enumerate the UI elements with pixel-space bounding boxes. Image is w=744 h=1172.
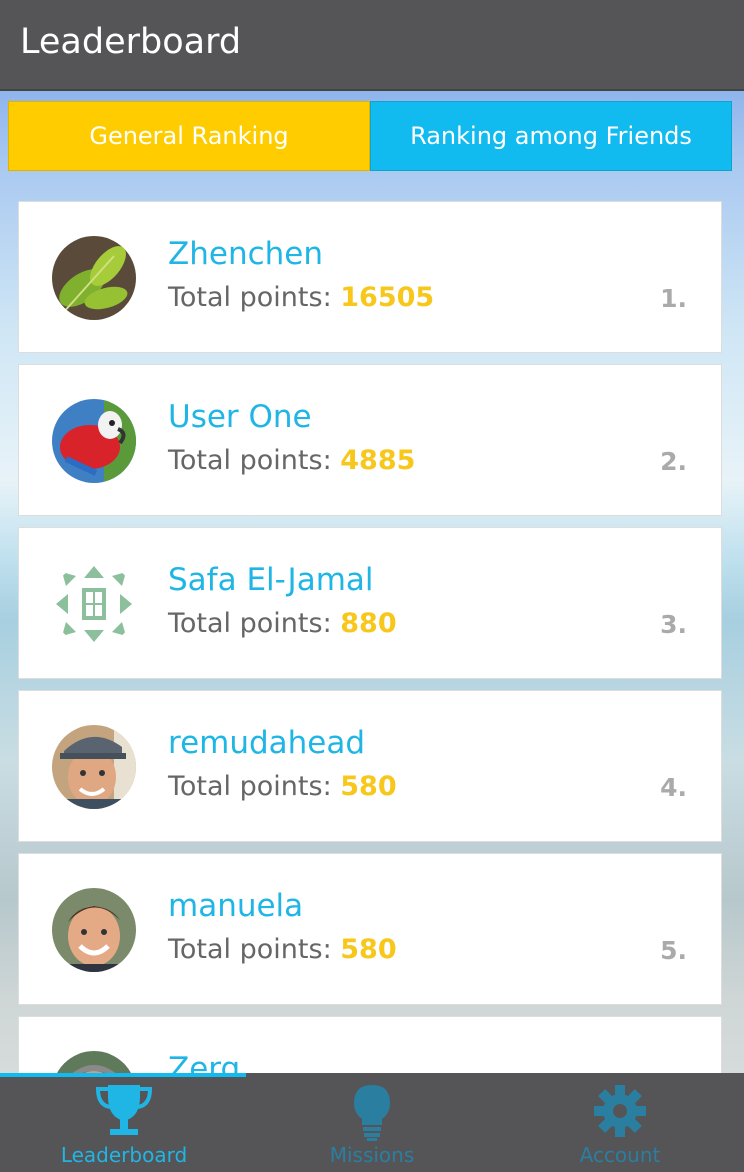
player-name: remudahead [168,725,366,761]
leaderboard-entry[interactable]: Zerg [18,1016,722,1073]
tab-ranking-among-friends[interactable]: Ranking among Friends [370,101,732,171]
leaderboard-entry[interactable]: remudahead Total points: 580 4. [18,690,722,842]
photo-avatar [52,725,136,809]
app-header: Leaderboard [0,0,744,91]
leaderboard-entry[interactable]: manuela Total points: 580 5. [18,853,722,1005]
points-value: 4885 [340,445,416,476]
rank-number: 1. [660,284,687,313]
leaf-avatar [52,236,136,320]
parrot-avatar [52,399,136,483]
gear-icon [590,1081,650,1145]
points-label: Total points: [168,771,332,802]
leaderboard-entry[interactable]: Safa El-Jamal Total points: 880 3. [18,527,722,679]
photo-avatar [52,888,136,972]
points-label: Total points: [168,445,332,476]
points-value: 880 [340,608,397,639]
player-name: manuela [168,888,304,924]
player-name: User One [168,399,312,435]
identicon-avatar [52,562,136,646]
points-label: Total points: [168,282,332,313]
leaderboard-entry[interactable]: Zhenchen Total points: 16505 1. [18,201,722,353]
points-label: Total points: [168,934,332,965]
page-title: Leaderboard [20,22,242,62]
trophy-icon [94,1081,154,1145]
nav-label: Missions [329,1143,415,1167]
rank-number: 4. [660,773,687,802]
player-name: Zerg [168,1051,241,1073]
points-value: 16505 [340,282,435,313]
rank-number: 2. [660,447,687,476]
points-value: 580 [340,934,397,965]
player-name: Safa El-Jamal [168,562,374,598]
points-value: 580 [340,771,397,802]
leaderboard-list[interactable]: Zhenchen Total points: 16505 1. User One… [18,201,722,1073]
photo-avatar [52,1051,136,1073]
total-points: Total points: 580 [168,934,397,965]
nav-leaderboard[interactable]: Leaderboard [0,1073,248,1172]
nav-label: Leaderboard [60,1143,188,1167]
total-points: Total points: 16505 [168,282,434,313]
leaderboard-entry[interactable]: User One Total points: 4885 2. [18,364,722,516]
rank-number: 3. [660,610,687,639]
lightbulb-icon [342,1081,402,1145]
nav-account[interactable]: Account [496,1073,744,1172]
nav-label: Account [579,1143,661,1167]
player-name: Zhenchen [168,236,324,272]
bottom-navigation: Leaderboard Missions Account [0,1073,744,1172]
ranking-tabs: General Ranking Ranking among Friends [8,101,732,171]
tab-general-ranking[interactable]: General Ranking [8,101,370,171]
total-points: Total points: 4885 [168,445,415,476]
nav-missions[interactable]: Missions [248,1073,496,1172]
rank-number: 5. [660,936,687,965]
total-points: Total points: 880 [168,608,397,639]
points-label: Total points: [168,608,332,639]
total-points: Total points: 580 [168,771,397,802]
